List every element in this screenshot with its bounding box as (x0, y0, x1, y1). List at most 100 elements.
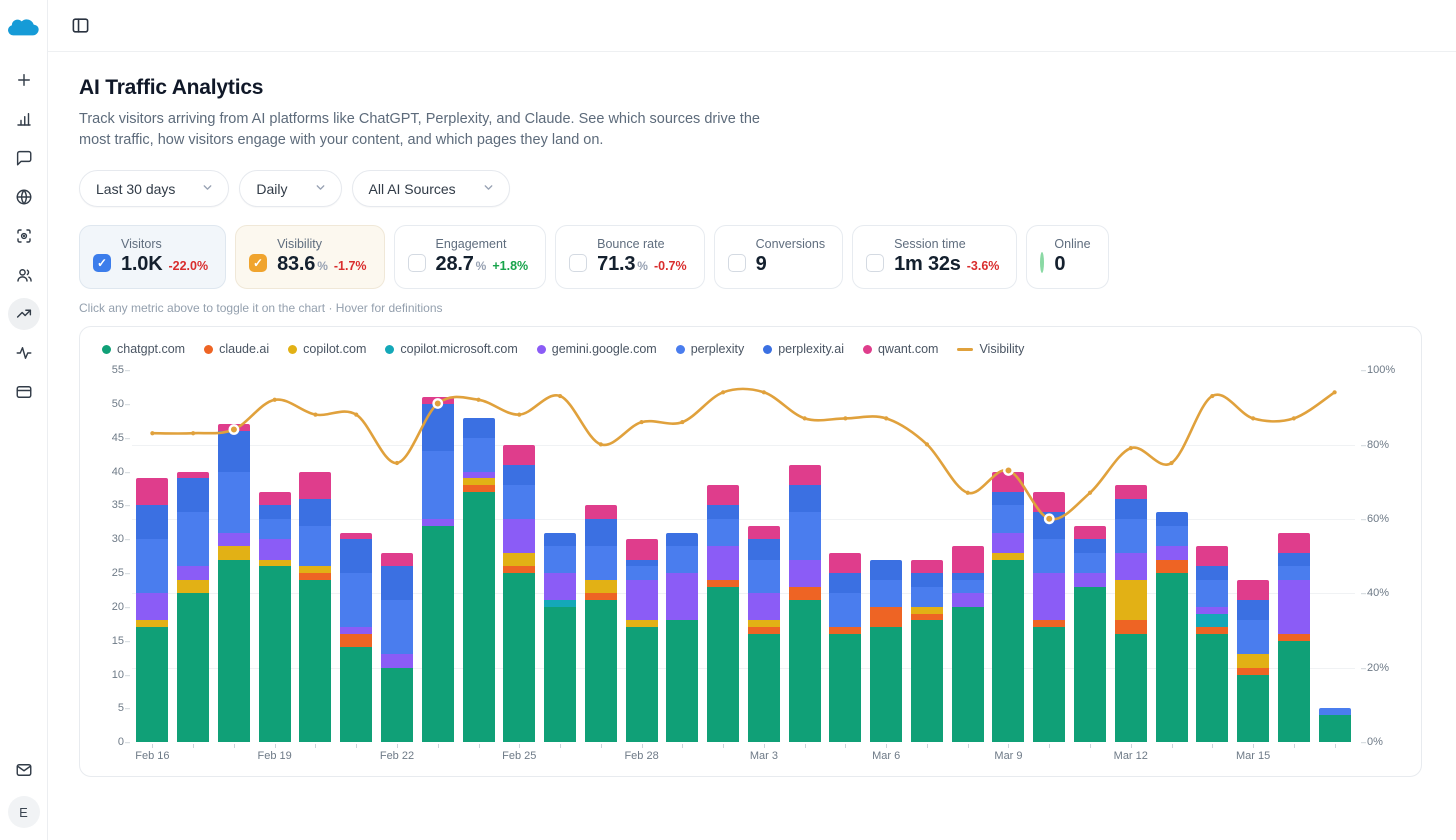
metric-label: Conversions (756, 237, 825, 251)
bar-segment-perplexity.ai (1115, 499, 1147, 519)
stacked-bar-mar-11[interactable] (1074, 526, 1106, 742)
sidebar-item-plus-icon[interactable] (8, 64, 40, 96)
filter-dropdown-0[interactable]: Last 30 days (79, 170, 229, 207)
metric-card-online[interactable]: Online0 (1026, 225, 1108, 289)
stacked-bar-mar-4[interactable] (789, 465, 821, 742)
bar-segment-qwant.com (381, 553, 413, 567)
bar-segment-claude.ai (829, 627, 861, 634)
bar-segment-chatgpt.com (1033, 627, 1065, 742)
stacked-bar-mar-14[interactable] (1196, 546, 1228, 742)
filter-dropdown-1[interactable]: Daily (239, 170, 341, 207)
stacked-bar-mar-17[interactable] (1319, 708, 1351, 742)
panel-toggle-icon[interactable] (66, 12, 94, 40)
sidebar-item-activity-icon[interactable] (8, 337, 40, 369)
stacked-bar-mar-7[interactable] (911, 560, 943, 743)
cloud-logo[interactable] (7, 10, 41, 42)
stacked-bar-feb-19[interactable] (259, 492, 291, 742)
sidebar-nav (8, 64, 40, 408)
right-axis-tick: 0% (1361, 736, 1383, 748)
metric-checkbox[interactable] (866, 254, 884, 272)
x-axis-tick (682, 744, 683, 748)
filter-dropdown-2[interactable]: All AI Sources (352, 170, 510, 207)
bar-segment-chatgpt.com (340, 647, 372, 742)
stacked-bar-feb-25[interactable] (503, 445, 535, 743)
stacked-bar-feb-26[interactable] (544, 533, 576, 743)
avatar[interactable]: E (8, 796, 40, 828)
left-axis-tick: 25 (112, 567, 130, 579)
legend-item-copilot.com[interactable]: copilot.com (288, 342, 366, 356)
sidebar-item-globe-icon[interactable] (8, 181, 40, 213)
sidebar-item-chat-icon[interactable] (8, 142, 40, 174)
sidebar-item-trending-up-icon[interactable] (8, 298, 40, 330)
stacked-bar-feb-17[interactable] (177, 472, 209, 742)
metric-checkbox-checked[interactable]: ✓ (93, 254, 111, 272)
legend-item-claude.ai[interactable]: claude.ai (204, 342, 269, 356)
sidebar-item-scan-icon[interactable] (8, 220, 40, 252)
bar-segment-perplexity (748, 560, 780, 594)
stacked-bar-feb-21[interactable] (340, 533, 372, 743)
metric-checkbox-checked[interactable]: ✓ (249, 254, 267, 272)
stacked-bar-mar-8[interactable] (952, 546, 984, 742)
metric-card-session-time[interactable]: Session time1m 32s-3.6% (852, 225, 1017, 289)
legend-item-qwant.com[interactable]: qwant.com (863, 342, 938, 356)
metric-card-conversions[interactable]: Conversions9 (714, 225, 843, 289)
metric-card-bounce-rate[interactable]: Bounce rate71.3%-0.7% (555, 225, 704, 289)
stacked-bar-mar-5[interactable] (829, 553, 861, 742)
stacked-bar-mar-2[interactable] (707, 485, 739, 742)
mail-icon[interactable] (8, 754, 40, 786)
stacked-bar-feb-22[interactable] (381, 553, 413, 742)
stacked-bar-mar-10[interactable] (1033, 492, 1065, 742)
metric-checkbox[interactable] (569, 254, 587, 272)
bar-segment-perplexity (829, 593, 861, 627)
legend-item-perplexity[interactable]: perplexity (676, 342, 745, 356)
bar-segment-perplexity.ai (1278, 553, 1310, 567)
legend-item-perplexity.ai[interactable]: perplexity.ai (763, 342, 844, 356)
metric-card-visitors[interactable]: ✓Visitors1.0K-22.0% (79, 225, 226, 289)
bar-segment-gemini.google.com (463, 472, 495, 479)
legend-dot (385, 345, 394, 354)
bar-segment-perplexity.ai (218, 431, 250, 472)
stacked-bar-feb-28[interactable] (626, 539, 658, 742)
bar-segment-qwant.com (992, 472, 1024, 492)
metric-card-engagement[interactable]: Engagement28.7%+1.8% (394, 225, 547, 289)
bar-segment-gemini.google.com (952, 593, 984, 607)
chart-area: 0510152025303540455055 Feb 16Feb 19Feb 2… (100, 370, 1401, 766)
bar-segment-perplexity (381, 600, 413, 654)
stacked-bar-mar-16[interactable] (1278, 533, 1310, 743)
stacked-bar-mar-6[interactable] (870, 560, 902, 743)
stacked-bar-mar-3[interactable] (748, 526, 780, 742)
stacked-bar-mar-9[interactable] (992, 472, 1024, 742)
line-point (395, 461, 399, 465)
metric-checkbox[interactable] (728, 254, 746, 272)
bar-segment-perplexity (911, 587, 943, 607)
bar-segment-perplexity.ai (1033, 512, 1065, 539)
bar-segment-claude.ai (789, 587, 821, 601)
bar-segment-perplexity (259, 519, 291, 539)
legend-item-gemini.google.com[interactable]: gemini.google.com (537, 342, 657, 356)
metric-unit: % (476, 259, 487, 273)
stacked-bar-feb-23[interactable] (422, 397, 454, 742)
metric-checkbox[interactable] (408, 254, 426, 272)
legend-label: gemini.google.com (552, 342, 657, 356)
stacked-bar-mar-1[interactable] (666, 533, 698, 743)
legend-item-copilot.microsoft.com[interactable]: copilot.microsoft.com (385, 342, 517, 356)
stacked-bar-mar-13[interactable] (1156, 512, 1188, 742)
legend-item-chatgpt.com[interactable]: chatgpt.com (102, 342, 185, 356)
stacked-bar-feb-16[interactable] (136, 478, 168, 742)
legend-item-visibility-line[interactable]: Visibility (957, 342, 1024, 356)
sidebar-item-credit-card-icon[interactable] (8, 376, 40, 408)
stacked-bar-feb-18[interactable] (218, 424, 250, 742)
bar-segment-perplexity.ai (299, 499, 331, 526)
line-point (191, 431, 195, 435)
x-axis-tick (519, 744, 520, 748)
stacked-bar-mar-15[interactable] (1237, 580, 1269, 742)
metric-card-visibility[interactable]: ✓Visibility83.6%-1.7% (235, 225, 384, 289)
stacked-bar-feb-20[interactable] (299, 472, 331, 742)
stacked-bar-feb-24[interactable] (463, 418, 495, 743)
sidebar-item-bar-chart-icon[interactable] (8, 103, 40, 135)
metric-label: Engagement (436, 237, 529, 251)
left-axis-tick: 5 (118, 702, 130, 714)
stacked-bar-feb-27[interactable] (585, 505, 617, 742)
stacked-bar-mar-12[interactable] (1115, 485, 1147, 742)
sidebar-item-users-icon[interactable] (8, 259, 40, 291)
